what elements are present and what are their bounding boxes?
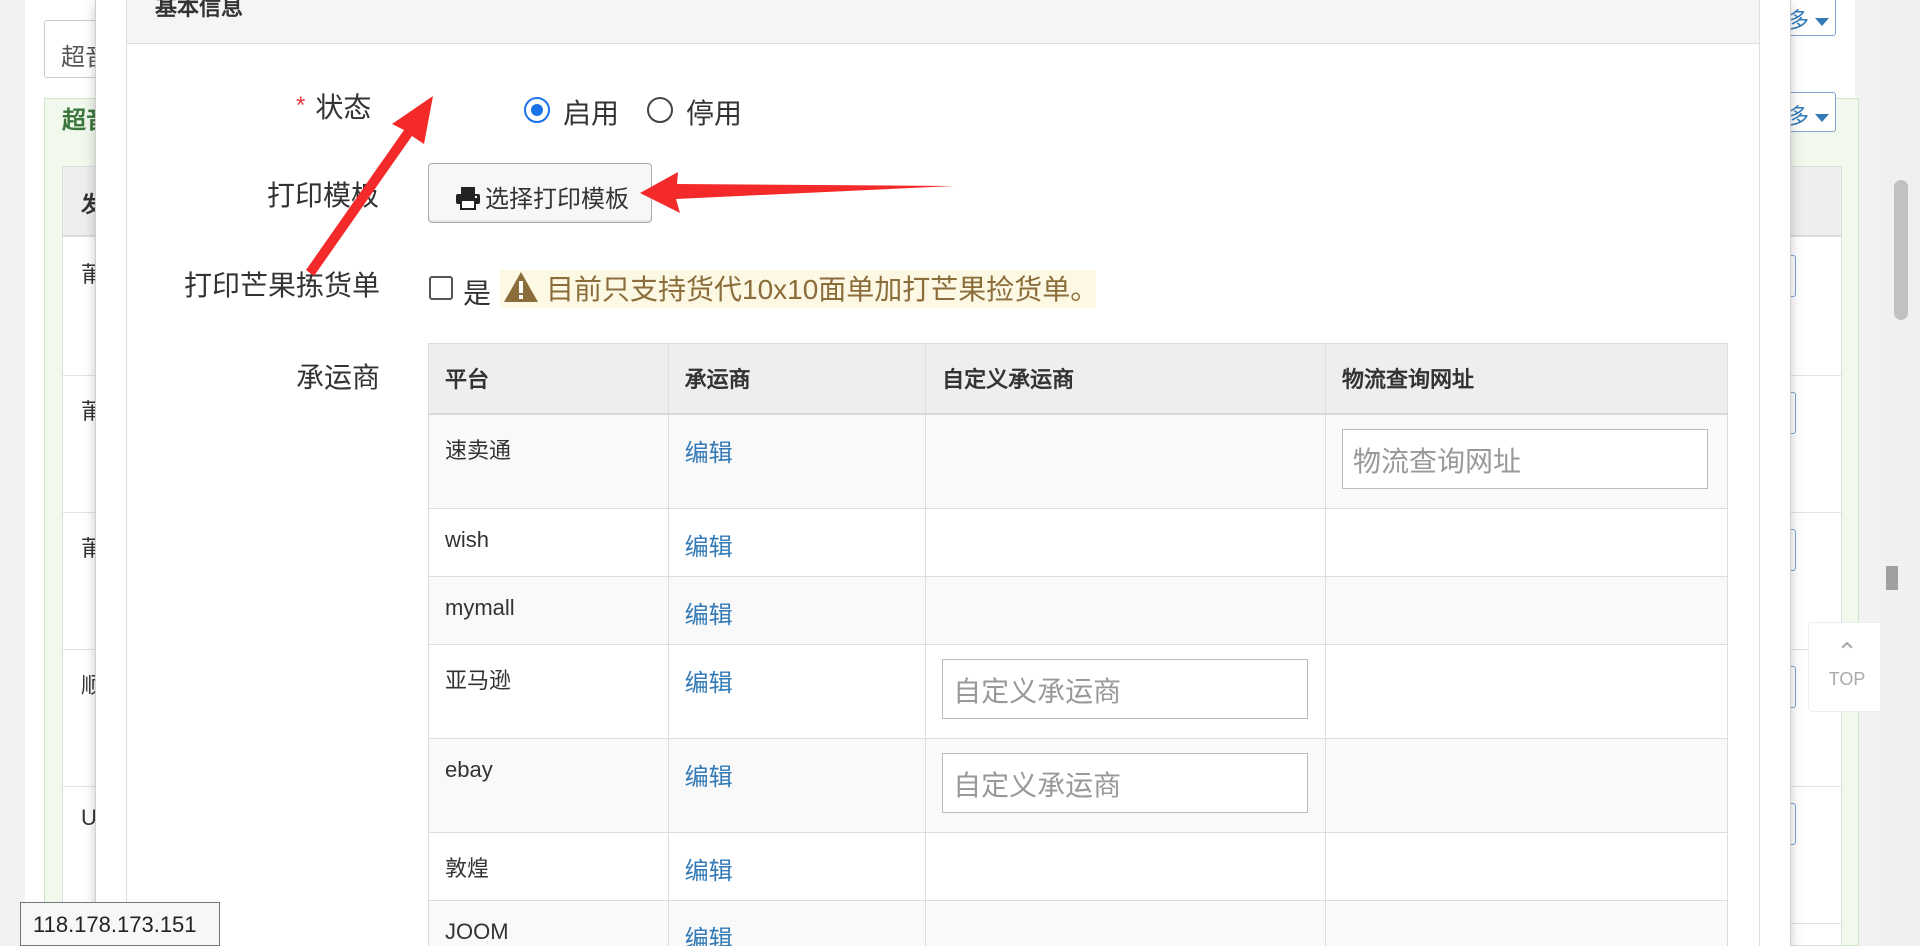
column-header-tracking-url: 物流查询网址 [1325,343,1728,415]
tracking-url-cell [1325,738,1728,833]
back-to-top-button[interactable]: ⌃ TOP [1808,622,1886,712]
edit-carrier-link[interactable]: 编辑 [685,926,733,946]
status-enabled-radio[interactable] [524,97,550,123]
status-disabled-label[interactable]: 停用 [686,92,742,132]
tracking-url-cell [1325,576,1728,645]
column-header-carrier: 承运商 [667,343,927,415]
carrier-row: ebay 编辑 自定义承运商 [428,738,1728,833]
chevron-up-icon: ⌃ [1836,637,1858,667]
carrier-settings-modal: 基本信息 * 状态 启用 停用 打印模板 选择打印模板 打印芒果拣货单 是 目前… [96,0,1790,946]
custom-carrier-input[interactable]: 自定义承运商 [942,753,1309,813]
carrier-row: 敦煌 编辑 [428,832,1728,901]
tracking-url-cell [1325,900,1728,946]
edit-carrier-link[interactable]: 编辑 [685,440,733,467]
column-header-custom-carrier: 自定义承运商 [925,343,1327,415]
carrier-cell: 编辑 [667,738,927,833]
custom-carrier-cell [925,508,1327,577]
custom-carrier-input[interactable]: 自定义承运商 [942,659,1309,719]
carrier-row: 亚马逊 编辑 自定义承运商 [428,644,1728,739]
platform-cell: JOOM [428,900,669,946]
carrier-row: mymall 编辑 [428,576,1728,645]
edit-carrier-link[interactable]: 编辑 [685,858,733,885]
carrier-cell: 编辑 [667,413,927,509]
print-mango-pick-checkbox-label[interactable]: 是 [463,272,491,312]
tracking-url-cell: 物流查询网址 [1325,413,1728,509]
platform-cell: mymall [428,576,669,645]
tracking-url-cell [1325,832,1728,901]
custom-carrier-cell [925,832,1327,901]
carrier-cell: 编辑 [667,576,927,645]
status-label-text: 状态 [315,92,372,123]
platform-cell: 亚马逊 [428,644,669,739]
platform-cell: ebay [428,738,669,833]
tracking-url-cell [1325,508,1728,577]
vertical-scrollbar[interactable] [1880,0,1920,946]
carrier-cell: 编辑 [667,644,927,739]
status-disabled-radio[interactable] [647,97,673,123]
status-label: * 状态 [296,86,371,126]
carriers-label: 承运商 [296,362,381,393]
custom-carrier-cell: 自定义承运商 [925,644,1327,739]
edit-carrier-link[interactable]: 编辑 [685,764,733,791]
warning-icon [504,272,538,302]
platform-cell: 敦煌 [428,832,669,901]
screen: 超音 超音 发 莆 莆 莆 顺 U 多 多 基本信息 * 状态 启用 停用 打印… [0,0,1920,946]
carrier-row: wish 编辑 [428,508,1728,577]
caret-down-icon [1815,18,1830,27]
platform-cell: 速卖通 [428,413,669,509]
platform-cell: wish [428,508,669,577]
tracking-url-input[interactable]: 物流查询网址 [1342,428,1709,489]
carrier-row: JOOM 编辑 [428,900,1728,946]
select-print-template-label: 选择打印模板 [485,186,629,213]
carrier-table-header: 平台 承运商 自定义承运商 物流查询网址 [428,343,1728,415]
carrier-cell: 编辑 [667,832,927,901]
printer-icon [456,187,480,210]
ip-address-tooltip: 118.178.173.151 [20,902,220,946]
custom-carrier-cell [925,576,1327,645]
mango-pick-warning: 目前只支持货代10x10面单加打芒果捡货单。 [500,270,1099,308]
select-print-template-button[interactable]: 选择打印模板 [428,163,652,223]
custom-carrier-cell [925,900,1327,946]
print-mango-pick-checkbox[interactable] [429,276,453,300]
column-header-platform: 平台 [428,343,669,415]
caret-down-icon [1815,114,1830,123]
custom-carrier-cell [925,413,1327,509]
section-title: 基本信息 [155,0,244,20]
section-header: 基本信息 [127,0,1759,44]
back-to-top-label: TOP [1828,669,1866,689]
mango-pick-warning-text: 目前只支持货代10x10面单加打芒果捡货单。 [546,274,1099,305]
print-mango-pick-label: 打印芒果拣货单 [184,270,381,301]
required-mark: * [296,92,306,119]
more-button-label: 多 [1787,104,1810,129]
edit-carrier-link[interactable]: 编辑 [685,602,733,629]
custom-carrier-cell: 自定义承运商 [925,738,1327,833]
edit-carrier-link[interactable]: 编辑 [685,534,733,561]
carrier-row: 速卖通 编辑 物流查询网址 [428,413,1728,509]
edit-carrier-link[interactable]: 编辑 [685,670,733,697]
carrier-table: 平台 承运商 自定义承运商 物流查询网址 速卖通 编辑 物流查询网址 wish [428,343,1728,946]
scrollbar-thumb[interactable] [1894,180,1908,320]
tracking-url-cell [1325,644,1728,739]
print-template-label: 打印模板 [267,180,380,211]
status-enabled-label[interactable]: 启用 [563,92,619,132]
more-button-label: 多 [1787,8,1810,33]
scroll-marker [1886,566,1898,590]
carrier-cell: 编辑 [667,508,927,577]
carrier-cell: 编辑 [667,900,927,946]
